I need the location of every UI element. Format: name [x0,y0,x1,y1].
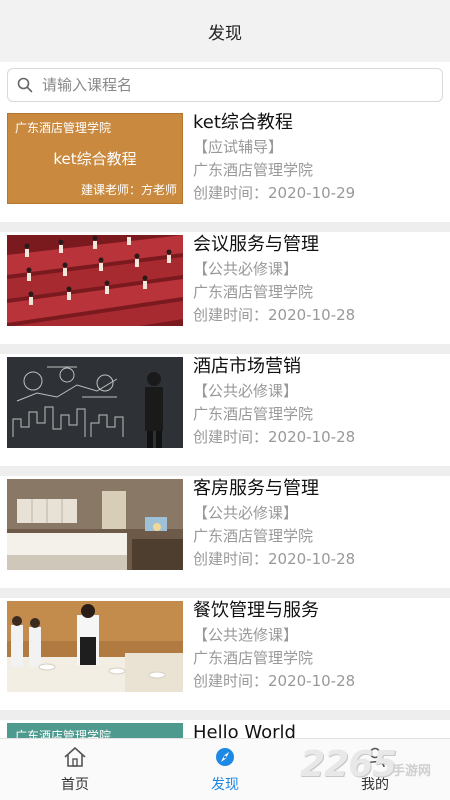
course-title: 酒店市场营销 [193,356,301,377]
tab-discover[interactable]: 发现 [150,739,300,800]
home-icon [63,746,87,772]
course-item[interactable]: 广东酒店管理学院 Hello World [0,720,450,738]
course-info: ket综合教程 【应试辅导】 广东酒店管理学院 创建时间：2020-10-29 [193,110,443,205]
course-cover: 广东酒店管理学院 ket综合教程 建课老师：方老师 [7,113,183,204]
top-bar: 发现 [0,0,450,62]
search-input[interactable] [42,76,422,94]
tab-home[interactable]: 首页 [0,739,150,800]
cover-title: ket综合教程 [53,150,137,168]
tab-label: 发现 [211,777,239,793]
course-info: 餐饮管理与服务 【公共选修课】 广东酒店管理学院 创建时间：2020-10-28 [193,598,443,693]
course-cover [7,601,183,692]
course-info: 会议服务与管理 【公共必修课】 广东酒店管理学院 创建时间：2020-10-28 [193,232,443,327]
course-cover [7,479,183,570]
course-created: 创建时间：2020-10-28 [193,672,356,690]
course-category: 【公共选修课】 [193,626,299,644]
course-info: Hello World [193,720,443,738]
course-school: 广东酒店管理学院 [193,405,314,423]
divider [0,344,450,354]
course-school: 广东酒店管理学院 [193,283,314,301]
course-title: 客房服务与管理 [193,478,319,499]
course-school: 广东酒店管理学院 [193,527,314,545]
search-box[interactable] [7,68,443,102]
user-icon [363,746,387,772]
course-item[interactable]: 餐饮管理与服务 【公共选修课】 广东酒店管理学院 创建时间：2020-10-28 [0,598,450,710]
course-item[interactable]: 广东酒店管理学院 ket综合教程 建课老师：方老师 ket综合教程 【应试辅导】… [0,110,450,222]
course-school: 广东酒店管理学院 [193,649,314,667]
search-bar [0,62,450,110]
divider [0,222,450,232]
course-item[interactable]: 酒店市场营销 【公共必修课】 广东酒店管理学院 创建时间：2020-10-28 [0,354,450,466]
tab-label: 首页 [61,777,89,793]
course-item[interactable]: 会议服务与管理 【公共必修课】 广东酒店管理学院 创建时间：2020-10-28 [0,232,450,344]
course-item[interactable]: 客房服务与管理 【公共必修课】 广东酒店管理学院 创建时间：2020-10-28 [0,476,450,588]
cover-teacher: 建课老师：方老师 [80,183,177,197]
course-category: 【公共必修课】 [193,382,299,400]
course-list: 广东酒店管理学院 ket综合教程 建课老师：方老师 ket综合教程 【应试辅导】… [0,110,450,738]
course-info: 酒店市场营销 【公共必修课】 广东酒店管理学院 创建时间：2020-10-28 [193,354,443,449]
tab-label: 我的 [361,777,389,793]
course-category: 【公共必修课】 [193,504,299,522]
course-created: 创建时间：2020-10-29 [193,184,356,202]
course-title: ket综合教程 [193,112,293,133]
course-title: 餐饮管理与服务 [193,600,319,621]
course-school: 广东酒店管理学院 [193,161,314,179]
course-category: 【公共必修课】 [193,260,299,278]
divider [0,466,450,476]
divider [0,588,450,598]
course-created: 创建时间：2020-10-28 [193,550,356,568]
course-cover [7,357,183,448]
course-title: 会议服务与管理 [193,234,319,255]
course-title: Hello World [193,722,296,738]
course-cover: 广东酒店管理学院 [7,723,183,738]
search-icon [8,69,42,101]
page-title: 发现 [208,23,242,44]
course-created: 创建时间：2020-10-28 [193,306,356,324]
course-category: 【应试辅导】 [193,138,284,156]
bottom-tab-bar: 首页 发现 我的 [0,738,450,800]
course-cover [7,235,183,326]
cover-school: 广东酒店管理学院 [15,121,112,135]
course-created: 创建时间：2020-10-28 [193,428,356,446]
tab-mine[interactable]: 我的 [300,739,450,800]
divider [0,710,450,720]
course-info: 客房服务与管理 【公共必修课】 广东酒店管理学院 创建时间：2020-10-28 [193,476,443,571]
discover-icon [213,746,237,772]
cover-school: 广东酒店管理学院 [15,729,112,738]
